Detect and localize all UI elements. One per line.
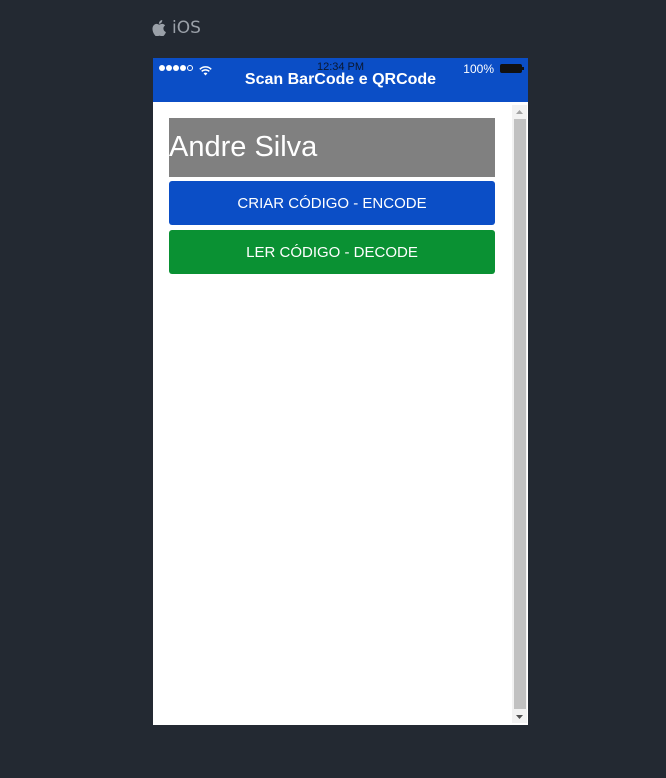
phone-screen: 12:34 PM 100% Scan BarCode e QRCode Andr…: [153, 58, 528, 725]
platform-label: iOS: [152, 17, 201, 39]
navbar: 12:34 PM 100% Scan BarCode e QRCode: [153, 58, 528, 102]
decode-button[interactable]: LER CÓDIGO - DECODE: [169, 230, 495, 274]
scroll-down-arrow-icon[interactable]: [512, 710, 527, 723]
main-content: Andre Silva CRIAR CÓDIGO - ENCODE LER CÓ…: [153, 102, 528, 725]
scrollbar-thumb[interactable]: [514, 119, 526, 709]
vertical-scrollbar[interactable]: [512, 105, 527, 723]
platform-name: iOS: [172, 18, 201, 38]
encode-button[interactable]: CRIAR CÓDIGO - ENCODE: [169, 181, 495, 225]
scroll-up-arrow-icon[interactable]: [512, 105, 527, 118]
page-title: Scan BarCode e QRCode: [244, 71, 437, 88]
apple-icon: [152, 20, 166, 36]
user-name-label: Andre Silva: [169, 118, 495, 177]
